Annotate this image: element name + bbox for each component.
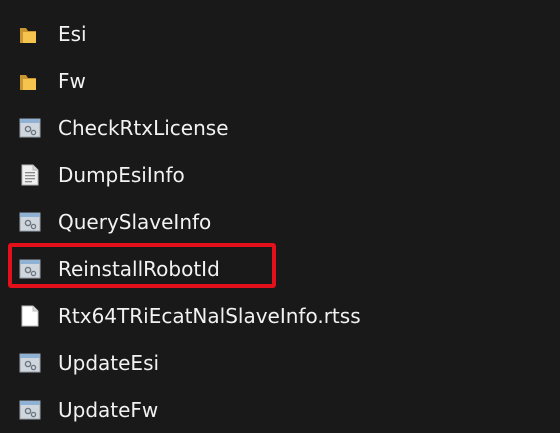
application-icon <box>19 257 41 281</box>
file-label: Rtx64TRiEcatNalSlaveInfo.rtss <box>58 303 361 328</box>
folder-icon <box>19 22 41 46</box>
file-item-reinstallrobotid[interactable]: ReinstallRobotId <box>0 243 560 292</box>
file-label: QuerySlaveInfo <box>58 209 212 234</box>
file-icon <box>19 304 41 328</box>
file-item-updateesi[interactable]: UpdateEsi <box>0 339 560 386</box>
file-label: UpdateEsi <box>58 350 160 375</box>
file-label: Esi <box>58 21 87 46</box>
application-icon <box>19 351 41 375</box>
file-label: DumpEsiInfo <box>58 162 185 187</box>
text-document-icon <box>19 163 41 187</box>
folder-icon <box>19 69 41 93</box>
application-icon <box>19 116 41 140</box>
file-label: ReinstallRobotId <box>58 256 220 281</box>
folder-item-esi[interactable]: Esi <box>0 10 560 57</box>
folder-item-fw[interactable]: Fw <box>0 57 560 104</box>
file-label: CheckRtxLicense <box>58 115 229 140</box>
application-icon <box>19 210 41 234</box>
file-item-updatefw[interactable]: UpdateFw <box>0 386 560 433</box>
file-item-queryslaveinfo[interactable]: QuerySlaveInfo <box>0 198 560 245</box>
file-label: UpdateFw <box>58 397 159 422</box>
file-item-rtss[interactable]: Rtx64TRiEcatNalSlaveInfo.rtss <box>0 292 560 339</box>
application-icon <box>19 398 41 422</box>
file-label: Fw <box>58 68 86 93</box>
file-item-dumpesiinfo[interactable]: DumpEsiInfo <box>0 151 560 198</box>
file-item-checkrtxlicense[interactable]: CheckRtxLicense <box>0 104 560 151</box>
file-list: Esi Fw CheckRtxLicense DumpEsiInfo Query… <box>0 0 560 427</box>
